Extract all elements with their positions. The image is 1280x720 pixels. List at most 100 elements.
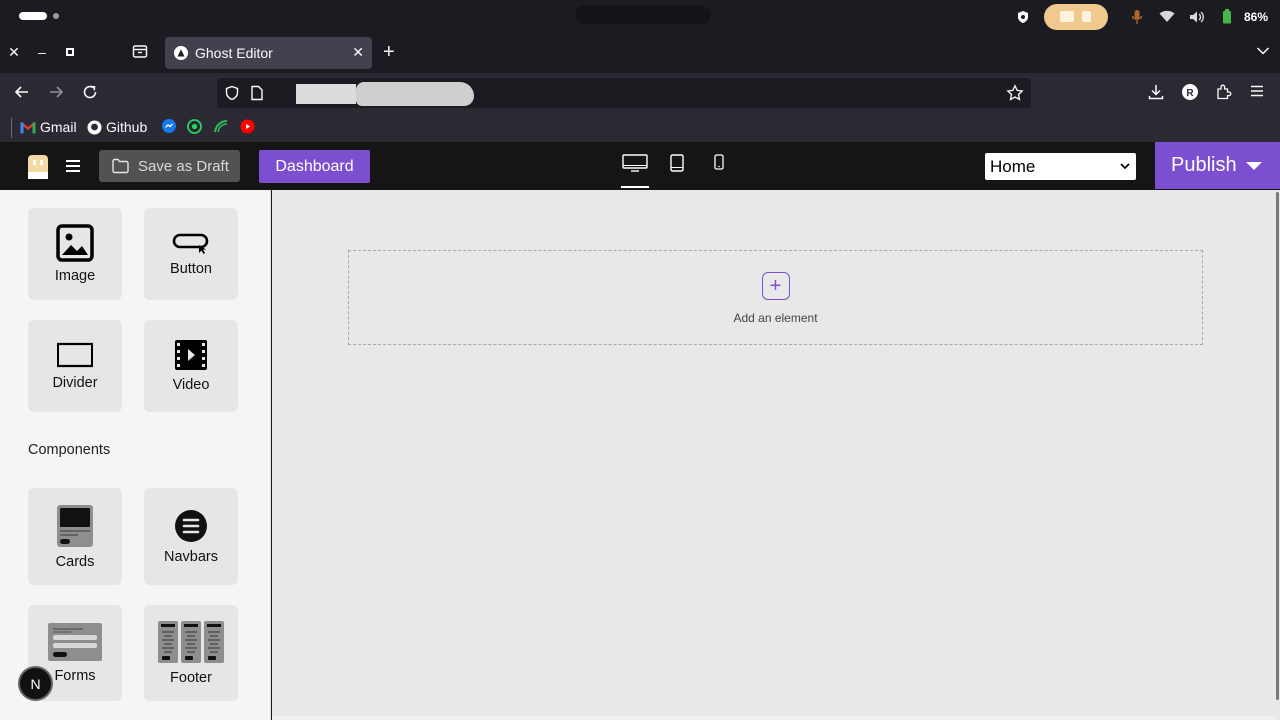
bookmark-messenger[interactable] <box>162 119 176 133</box>
bookmark-whatsapp[interactable] <box>187 119 202 134</box>
bookmark-github[interactable]: Github <box>87 119 147 135</box>
workspace-dot <box>53 13 59 19</box>
microphone-icon <box>1122 0 1152 33</box>
firefox-view-icon[interactable] <box>131 43 149 61</box>
component-label: Footer <box>170 670 212 686</box>
footer-columns-icon <box>158 621 224 663</box>
navbar-list-icon <box>175 509 207 542</box>
green-swoosh-icon <box>214 120 228 133</box>
back-arrow-icon[interactable] <box>13 83 33 103</box>
bookmarks-toolbar: Gmail Github <box>0 113 1280 142</box>
extensions-icon[interactable] <box>1215 83 1235 103</box>
element-label: Divider <box>52 375 98 391</box>
downloads-icon[interactable] <box>1147 83 1167 103</box>
publish-button[interactable]: Publish <box>1155 142 1280 189</box>
system-tray: 86% <box>1008 0 1280 33</box>
workspace-indicator <box>19 12 47 20</box>
browser-nav-bar: R <box>0 73 1280 113</box>
page-select-dropdown[interactable]: Home <box>985 153 1136 180</box>
window-close-icon[interactable]: ✕ <box>5 43 23 61</box>
element-image[interactable]: Image <box>28 208 122 300</box>
component-label: Navbars <box>164 548 218 565</box>
desktop-view-icon[interactable] <box>621 154 649 188</box>
shield-icon <box>1008 0 1038 33</box>
bookmark-gmail[interactable]: Gmail <box>20 119 77 135</box>
battery-percentage: 86% <box>1243 9 1268 24</box>
divider-icon <box>57 342 93 368</box>
camera-notch <box>575 6 711 24</box>
component-footer[interactable]: Footer <box>144 605 238 701</box>
github-icon <box>87 120 102 134</box>
save-as-draft-label: Save as Draft <box>138 157 229 175</box>
page-select-value: Home <box>990 157 1036 176</box>
account-avatar-icon[interactable]: R <box>1181 83 1201 103</box>
floating-n-badge[interactable]: N <box>18 666 53 701</box>
element-video[interactable]: Video <box>144 320 238 412</box>
tracking-shield-icon[interactable] <box>224 85 240 106</box>
svg-text:R: R <box>1186 88 1194 99</box>
forward-arrow-icon[interactable] <box>47 83 67 103</box>
component-navbars[interactable]: Navbars <box>144 488 238 585</box>
caret-down-icon <box>1245 161 1262 170</box>
tab-list-chevron-icon[interactable] <box>1256 43 1270 61</box>
tab-close-icon[interactable]: ✕ <box>352 44 364 61</box>
dashboard-button[interactable]: Dashboard <box>259 150 370 183</box>
element-button[interactable]: Button <box>144 208 238 300</box>
volume-icon <box>1182 0 1212 33</box>
element-label: Button <box>170 261 212 277</box>
window-maximize-icon[interactable] <box>61 43 79 61</box>
add-element-label: Add an element <box>733 311 818 325</box>
browser-tab-strip: ✕ – Ghost Editor ✕ + <box>0 33 1280 73</box>
bookmark-youtube[interactable] <box>240 119 255 134</box>
page-info-icon[interactable] <box>250 85 264 106</box>
component-label: Forms <box>54 668 96 684</box>
system-status-bar: 86% <box>0 0 1280 33</box>
app-menu-icon[interactable] <box>1249 83 1269 103</box>
element-divider[interactable]: Divider <box>28 320 122 412</box>
video-film-icon <box>175 340 207 370</box>
vertical-scrollbar-thumb[interactable] <box>1276 192 1279 700</box>
image-icon <box>56 224 94 262</box>
elements-sidebar: Image Button Divider Video Components Ca… <box>0 190 271 720</box>
new-tab-icon[interactable]: + <box>383 41 395 64</box>
editor-canvas: + Add an element <box>272 190 1275 716</box>
mobile-view-icon[interactable] <box>713 154 725 188</box>
youtube-icon <box>240 119 255 134</box>
tab-ghost-editor[interactable]: Ghost Editor ✕ <box>165 37 372 69</box>
ghost-logo-icon[interactable] <box>28 155 48 179</box>
add-element-dropzone[interactable]: + Add an element <box>348 250 1203 345</box>
battery-icon <box>1212 0 1242 33</box>
element-label: Image <box>54 268 96 284</box>
bookmark-green-site[interactable] <box>213 119 228 134</box>
tab-title: Ghost Editor <box>195 45 273 61</box>
cards-icon <box>57 504 93 547</box>
add-plus-icon[interactable]: + <box>761 272 790 300</box>
component-cards[interactable]: Cards <box>28 488 122 585</box>
address-bar[interactable] <box>217 78 1031 108</box>
url-text-redacted-2 <box>356 82 474 106</box>
component-label: Cards <box>55 553 95 570</box>
horizontal-scroll-track <box>272 716 1275 720</box>
element-label: Video <box>172 377 210 393</box>
whatsapp-icon <box>187 119 202 134</box>
folder-icon <box>112 158 129 174</box>
ghost-favicon-icon <box>174 46 188 60</box>
components-heading: Components <box>28 442 111 458</box>
forms-icon <box>48 623 102 661</box>
window-minimize-icon[interactable]: – <box>33 43 51 61</box>
bookmarks-divider <box>11 118 12 138</box>
reload-icon[interactable] <box>81 83 101 103</box>
chevron-down-icon <box>1120 153 1130 180</box>
bookmark-label: Gmail <box>40 119 77 135</box>
gmail-icon <box>20 121 36 133</box>
editor-toolbar: Save as Draft Dashboard Home Publish <box>0 142 1280 190</box>
publish-label: Publish <box>1171 154 1237 176</box>
screen-record-indicator[interactable] <box>1043 3 1108 30</box>
save-as-draft-button[interactable]: Save as Draft <box>99 150 240 182</box>
bookmark-label: Github <box>106 119 148 135</box>
wifi-icon <box>1152 0 1182 33</box>
bookmark-star-icon[interactable] <box>1006 84 1024 107</box>
tablet-view-icon[interactable] <box>669 154 685 188</box>
hamburger-menu-icon[interactable] <box>66 159 80 172</box>
url-text-redacted <box>296 84 356 104</box>
